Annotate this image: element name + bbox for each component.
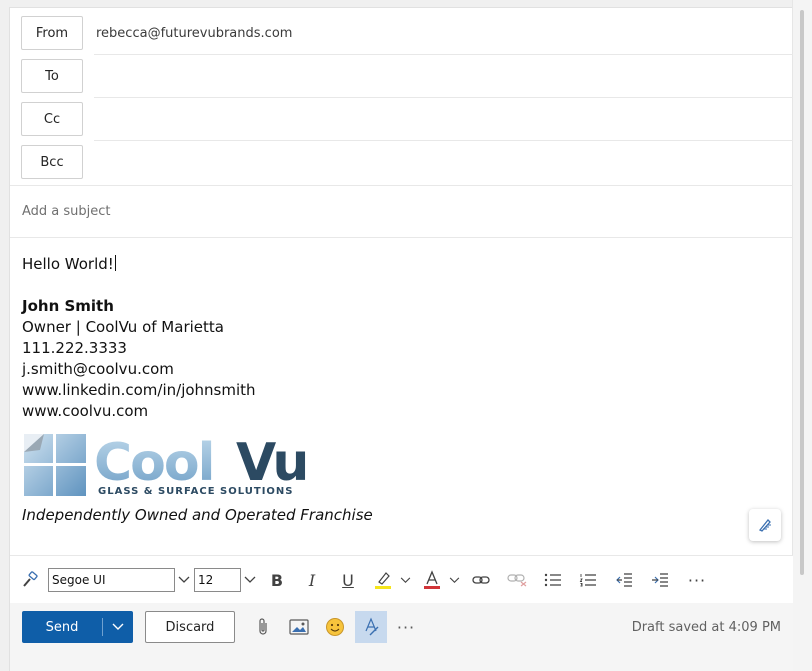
paintbrush-icon bbox=[23, 571, 38, 587]
numbered-list-icon bbox=[579, 574, 596, 587]
signature-website: www.coolvu.com bbox=[22, 402, 149, 420]
bold-button[interactable]: B bbox=[264, 556, 290, 604]
text-cursor bbox=[114, 255, 116, 271]
to-button[interactable]: To bbox=[21, 59, 83, 93]
chevron-down-icon bbox=[112, 623, 124, 630]
increase-indent-button[interactable] bbox=[647, 556, 673, 604]
from-field[interactable]: rebecca@futurevubrands.com bbox=[94, 12, 793, 55]
bcc-button[interactable]: Bcc bbox=[21, 145, 83, 179]
font-color-dropdown[interactable] bbox=[446, 556, 462, 604]
compose-pane: From rebecca@futurevubrands.com To Cc Bc… bbox=[9, 7, 793, 671]
link-icon bbox=[472, 576, 490, 584]
font-color-icon bbox=[424, 570, 440, 589]
pen-sparkle-icon bbox=[758, 519, 771, 532]
decrease-indent-button[interactable] bbox=[611, 556, 637, 604]
emoji-icon bbox=[326, 618, 344, 636]
discard-button[interactable]: Discard bbox=[145, 611, 235, 643]
body-greeting: Hello World! bbox=[22, 255, 116, 273]
font-name-input[interactable]: Segoe UI bbox=[48, 568, 175, 592]
chevron-down-icon bbox=[178, 576, 190, 583]
signature-phone: 111.222.3333 bbox=[22, 339, 127, 357]
chevron-down-icon bbox=[449, 576, 459, 583]
font-color-button[interactable] bbox=[420, 556, 444, 604]
bcc-field[interactable] bbox=[94, 141, 793, 184]
attach-file-button[interactable] bbox=[248, 611, 278, 643]
bottom-margin bbox=[10, 652, 793, 671]
italic-icon: I bbox=[308, 570, 316, 590]
signature-footer: Independently Owned and Operated Franchi… bbox=[22, 506, 373, 524]
underline-icon: U bbox=[342, 570, 354, 590]
highlighter-icon bbox=[375, 572, 391, 589]
copilot-button[interactable] bbox=[749, 509, 781, 541]
from-button[interactable]: From bbox=[21, 16, 83, 50]
numbering-button[interactable] bbox=[575, 556, 601, 604]
send-button-group: Send bbox=[22, 611, 133, 643]
from-row: From rebecca@futurevubrands.com bbox=[10, 12, 793, 55]
signature-title: Owner | CoolVu of Marietta bbox=[22, 318, 224, 336]
more-icon: ··· bbox=[687, 570, 707, 590]
editor-button[interactable] bbox=[355, 611, 387, 643]
logo-wordmark-cool: Cool bbox=[94, 433, 213, 493]
to-field[interactable] bbox=[94, 55, 793, 98]
chevron-down-icon bbox=[400, 576, 410, 583]
unlink-icon bbox=[507, 574, 527, 587]
indent-icon bbox=[652, 573, 668, 587]
send-options-dropdown[interactable] bbox=[103, 611, 133, 643]
pen-check-icon bbox=[365, 617, 379, 636]
action-bar: Send Discard ··· Draft saved at 4:09 PM bbox=[10, 603, 793, 652]
font-size-input[interactable]: 12 bbox=[194, 568, 241, 592]
outdent-icon bbox=[616, 573, 632, 587]
more-actions-button[interactable]: ··· bbox=[391, 611, 421, 643]
format-painter-button[interactable] bbox=[18, 556, 42, 604]
more-formatting-button[interactable]: ··· bbox=[683, 556, 711, 604]
format-toolbar: Segoe UI 12 B I U ··· bbox=[10, 555, 793, 603]
image-icon bbox=[289, 619, 309, 635]
bullets-button[interactable] bbox=[540, 556, 566, 604]
font-size-dropdown[interactable] bbox=[241, 556, 259, 604]
chevron-down-icon bbox=[244, 576, 256, 583]
insert-picture-button[interactable] bbox=[284, 611, 314, 643]
bullet-list-icon bbox=[544, 573, 561, 587]
message-body[interactable]: Hello World! John Smith Owner | CoolVu o… bbox=[22, 254, 782, 422]
italic-button[interactable]: I bbox=[299, 556, 325, 604]
highlight-dropdown[interactable] bbox=[397, 556, 413, 604]
more-icon: ··· bbox=[396, 617, 416, 637]
signature-linkedin: www.linkedin.com/in/johnsmith bbox=[22, 381, 256, 399]
scrollbar-thumb[interactable] bbox=[800, 10, 804, 575]
signature-name: John Smith bbox=[22, 297, 114, 315]
cc-field[interactable] bbox=[94, 98, 793, 141]
send-button[interactable]: Send bbox=[22, 611, 102, 643]
cc-button[interactable]: Cc bbox=[21, 102, 83, 136]
to-row: To bbox=[10, 55, 793, 98]
subject-input[interactable]: Add a subject bbox=[10, 185, 793, 238]
window-logo-icon bbox=[24, 434, 86, 496]
underline-button[interactable]: U bbox=[335, 556, 361, 604]
logo-tagline: GLASS & SURFACE SOLUTIONS bbox=[98, 486, 294, 496]
cc-row: Cc bbox=[10, 98, 793, 141]
signature-email: j.smith@coolvu.com bbox=[22, 360, 174, 378]
logo-wordmark-vu: Vu bbox=[236, 433, 307, 493]
paperclip-icon bbox=[259, 618, 267, 635]
emoji-button[interactable] bbox=[320, 611, 350, 643]
remove-link-button bbox=[504, 556, 530, 604]
insert-link-button[interactable] bbox=[468, 556, 494, 604]
draft-status: Draft saved at 4:09 PM bbox=[631, 619, 781, 635]
bcc-row: Bcc bbox=[10, 141, 793, 184]
bold-icon: B bbox=[270, 570, 284, 590]
font-name-dropdown[interactable] bbox=[175, 556, 193, 604]
highlight-button[interactable] bbox=[371, 556, 395, 604]
coolvu-logo: Cool Vu GLASS & SURFACE SOLUTIONS bbox=[24, 433, 309, 496]
